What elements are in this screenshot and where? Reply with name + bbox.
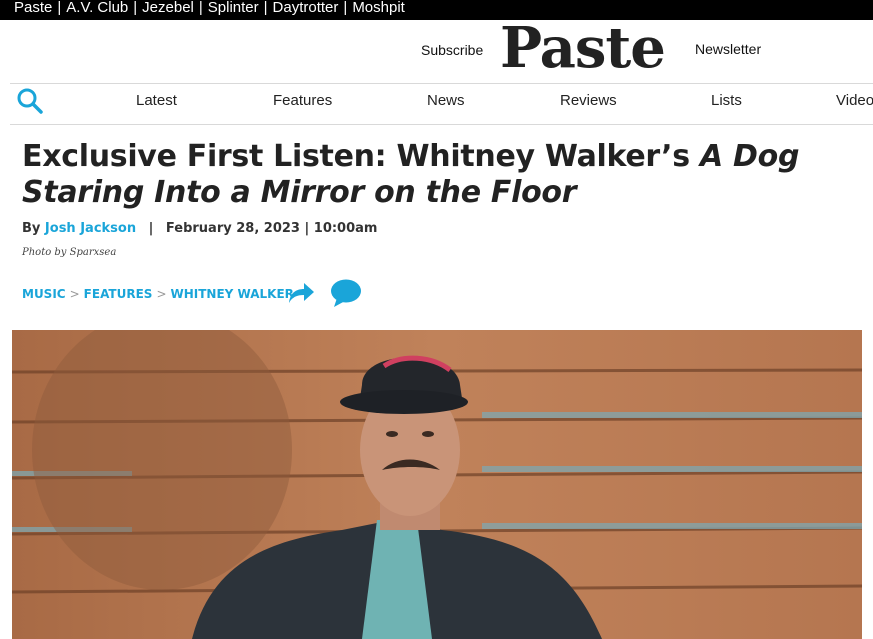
hero-photo-artwork bbox=[12, 330, 862, 639]
breadcrumb-features[interactable]: FEATURES bbox=[84, 287, 153, 301]
nav-item-news[interactable]: News bbox=[427, 92, 465, 109]
main-nav: Latest Features News Reviews Lists Video bbox=[10, 85, 873, 125]
network-separator: | bbox=[198, 0, 203, 16]
author-link[interactable]: Josh Jackson bbox=[45, 221, 136, 236]
network-separator: | bbox=[133, 0, 138, 16]
breadcrumb-whitney-walker[interactable]: WHITNEY WALKER bbox=[171, 287, 294, 301]
share-icon[interactable] bbox=[286, 281, 316, 305]
network-link-jezebel[interactable]: Jezebel bbox=[142, 0, 194, 16]
publish-date: February 28, 2023 | 10:00am bbox=[165, 221, 378, 236]
hero-photo bbox=[12, 330, 862, 639]
network-link-paste[interactable]: Paste bbox=[14, 0, 52, 16]
network-separator: | bbox=[343, 0, 348, 16]
network-link-splinter[interactable]: Splinter bbox=[208, 0, 259, 16]
network-link-daytrotter[interactable]: Daytrotter bbox=[273, 0, 339, 16]
network-link-avclub[interactable]: A.V. Club bbox=[66, 0, 128, 16]
subscribe-link[interactable]: Subscribe bbox=[421, 42, 483, 58]
headline-text: Exclusive First Listen: Whitney Walker’s bbox=[22, 139, 700, 174]
article-headline: Exclusive First Listen: Whitney Walker’s… bbox=[22, 139, 812, 211]
byline-separator: | bbox=[148, 221, 154, 236]
breadcrumb-separator: > bbox=[156, 287, 167, 301]
paste-logo[interactable]: Paste bbox=[500, 16, 682, 80]
comment-icon[interactable] bbox=[330, 278, 362, 308]
nav-item-lists[interactable]: Lists bbox=[711, 92, 742, 109]
logo-wordmark: Paste bbox=[500, 15, 666, 81]
photo-credit: Photo by Sparxsea bbox=[22, 247, 117, 258]
nav-item-reviews[interactable]: Reviews bbox=[560, 92, 617, 109]
network-separator: | bbox=[57, 0, 62, 16]
breadcrumb: MUSIC > FEATURES > WHITNEY WALKER bbox=[22, 287, 294, 301]
breadcrumb-separator: > bbox=[69, 287, 80, 301]
search-icon[interactable] bbox=[16, 87, 44, 115]
byline-by-label: By bbox=[22, 221, 41, 236]
newsletter-link[interactable]: Newsletter bbox=[695, 41, 761, 57]
network-separator: | bbox=[263, 0, 268, 16]
network-link-moshpit[interactable]: Moshpit bbox=[352, 0, 405, 16]
masthead: Subscribe Paste Newsletter bbox=[10, 16, 873, 84]
byline: By Josh Jackson | February 28, 2023 | 10… bbox=[22, 221, 377, 236]
nav-item-video[interactable]: Video bbox=[836, 92, 873, 109]
nav-item-latest[interactable]: Latest bbox=[136, 92, 177, 109]
nav-item-features[interactable]: Features bbox=[273, 92, 332, 109]
network-bar: Paste | A.V. Club | Jezebel | Splinter | Daytrot… bbox=[0, 0, 873, 20]
breadcrumb-music[interactable]: MUSIC bbox=[22, 287, 66, 301]
